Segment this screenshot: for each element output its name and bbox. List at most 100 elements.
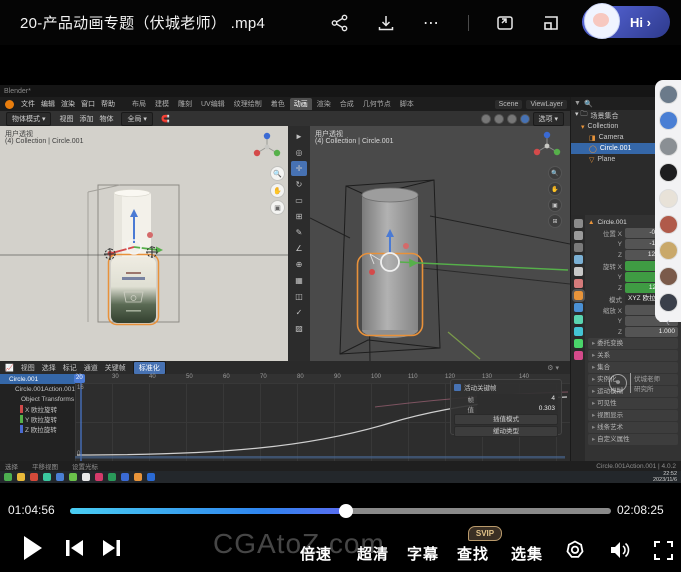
workspace-tab[interactable]: 雕刻 <box>174 98 196 110</box>
taskbar-app-icon[interactable] <box>56 473 64 481</box>
camera-view-button[interactable]: ▣ <box>270 200 285 215</box>
property-section-header[interactable]: 委托变换 <box>588 338 678 349</box>
channel-row[interactable]: Object Transforms <box>0 394 75 404</box>
viewport-menu-item[interactable]: 视图 <box>59 114 73 124</box>
tool-button[interactable]: ▨ <box>291 321 307 336</box>
chat-avatar[interactable] <box>659 163 678 182</box>
account-hi-button[interactable]: Hi › <box>582 6 670 38</box>
object-data-tab-icon[interactable] <box>574 339 583 348</box>
orientation-dropdown[interactable]: 全局 ▾ <box>121 112 152 126</box>
chat-avatar[interactable] <box>659 215 678 234</box>
progress-bar[interactable] <box>70 508 611 514</box>
viewlayer-selector[interactable]: ViewLayer <box>526 100 567 109</box>
chat-avatar[interactable] <box>659 137 678 156</box>
toggle-perspective-button[interactable]: ⊞ <box>548 214 562 228</box>
outliner-filter-icon[interactable]: ▼ <box>574 100 581 107</box>
system-tray[interactable]: 22:52 2023/11/6 <box>653 471 677 483</box>
workspace-tab[interactable]: 渲染 <box>313 98 335 110</box>
options-dropdown[interactable]: 选项 ▾ <box>533 112 564 126</box>
chat-avatar[interactable] <box>659 293 678 312</box>
panel-button[interactable]: 缓动类型 <box>454 426 558 437</box>
play-button[interactable] <box>20 534 46 562</box>
property-section-header[interactable]: 可见性 <box>588 398 678 409</box>
camera-view-button[interactable]: ▣ <box>548 198 562 212</box>
scene-tab-icon[interactable] <box>574 267 583 276</box>
property-section-header[interactable]: 关系 <box>588 350 678 361</box>
chat-avatar[interactable] <box>659 111 678 130</box>
mode-dropdown[interactable]: 物体模式 ▾ <box>6 112 51 126</box>
episodes-button[interactable]: 选集 <box>511 543 543 564</box>
search-button[interactable]: 查找 <box>457 543 489 564</box>
blender-logo-icon[interactable] <box>5 100 14 109</box>
taskbar-app-icon[interactable] <box>134 473 142 481</box>
property-section-header[interactable]: 集合 <box>588 362 678 373</box>
progress-thumb[interactable] <box>339 504 353 518</box>
solid-shading-icon[interactable] <box>494 114 504 124</box>
settings-icon[interactable] <box>564 539 586 561</box>
physics-tab-icon[interactable] <box>574 327 583 336</box>
taskbar-app-icon[interactable] <box>82 473 90 481</box>
mini-window-icon[interactable] <box>541 13 561 33</box>
speed-button[interactable]: 倍速 <box>300 543 332 564</box>
share-icon[interactable] <box>330 13 350 33</box>
taskbar-app-icon[interactable] <box>17 473 25 481</box>
panel-field[interactable]: 值 0.303 <box>454 404 558 413</box>
left-3d-viewport[interactable]: 用户透视 (4) Collection | Circle.001 🔍 ✋ ▣ <box>0 126 288 361</box>
quality-button[interactable]: 超清 <box>357 543 389 564</box>
playhead-frame-badge[interactable]: 20 <box>74 374 85 383</box>
viewport-menu-item[interactable]: 物体 <box>99 114 113 124</box>
pan-viewport-button[interactable]: ✋ <box>270 183 285 198</box>
snap-magnet-icon[interactable]: 🧲 <box>161 115 170 123</box>
collapse-chevron-icon[interactable]: ‹ <box>666 319 670 327</box>
world-tab-icon[interactable] <box>574 279 583 288</box>
render-tab-icon[interactable] <box>574 231 583 240</box>
material-shading-icon[interactable] <box>507 114 517 124</box>
taskbar-app-icon[interactable] <box>4 473 12 481</box>
menu-item[interactable]: 帮助 <box>101 99 115 109</box>
taskbar-app-icon[interactable] <box>108 473 116 481</box>
graph-menu-item[interactable]: 标记 <box>63 363 77 373</box>
graph-menu-item[interactable]: 视图 <box>21 363 35 373</box>
navigation-gizmo[interactable] <box>532 131 562 161</box>
next-episode-button[interactable] <box>100 538 122 558</box>
tool-button[interactable]: ▭ <box>291 193 307 208</box>
panel-field[interactable]: 帧 4 <box>454 394 558 403</box>
modifier-tab-icon[interactable] <box>574 303 583 312</box>
graph-menu-item[interactable]: 选择 <box>42 363 56 373</box>
channel-row[interactable]: Circle.001 <box>0 374 75 384</box>
channel-row[interactable]: Z 欧拉旋转 <box>0 424 75 434</box>
tool-button[interactable]: ✛ <box>291 161 307 176</box>
taskbar-app-icon[interactable] <box>30 473 38 481</box>
workspace-tab[interactable]: 建模 <box>151 98 173 110</box>
channel-row[interactable]: Circle.001Action.001 <box>0 384 75 394</box>
fullscreen-icon[interactable] <box>652 539 674 561</box>
menu-item[interactable]: 文件 <box>21 99 35 109</box>
normalize-toggle[interactable]: 标准化 <box>133 361 166 375</box>
more-options-icon[interactable]: ⋯ <box>422 13 442 33</box>
taskbar-app-icon[interactable] <box>69 473 77 481</box>
tool-button[interactable]: ◎ <box>291 145 307 160</box>
property-section-header[interactable]: 自定义属性 <box>588 434 678 445</box>
chat-avatar[interactable] <box>659 241 678 260</box>
graph-menu-item[interactable]: 关键帧 <box>105 363 126 373</box>
scale-field[interactable]: Z 1.000 <box>588 327 678 337</box>
property-section-header[interactable]: 视图显示 <box>588 410 678 421</box>
tool-button[interactable]: ► <box>291 129 307 144</box>
workspace-tab[interactable]: 动画 <box>290 98 312 110</box>
tool-button[interactable]: ▦ <box>291 273 307 288</box>
rendered-shading-icon[interactable] <box>520 114 530 124</box>
graph-filter-icons[interactable]: ⚙ ▾ <box>547 364 559 372</box>
workspace-tab[interactable]: 着色 <box>267 98 289 110</box>
tool-button[interactable]: ↻ <box>291 177 307 192</box>
viewport-menu-item[interactable]: 添加 <box>79 114 93 124</box>
outliner-search-icon[interactable]: 🔍 <box>584 100 593 108</box>
wireframe-shading-icon[interactable] <box>481 114 491 124</box>
scene-selector[interactable]: Scene <box>495 100 523 109</box>
menu-item[interactable]: 窗口 <box>81 99 95 109</box>
workspace-tab[interactable]: 布局 <box>128 98 150 110</box>
navigation-gizmo[interactable] <box>252 132 282 162</box>
menu-item[interactable]: 编辑 <box>41 99 55 109</box>
channel-row[interactable]: Y 欧拉旋转 <box>0 414 75 424</box>
panel-button[interactable]: 插值模式 <box>454 414 558 425</box>
tool-button[interactable]: ⊕ <box>291 257 307 272</box>
